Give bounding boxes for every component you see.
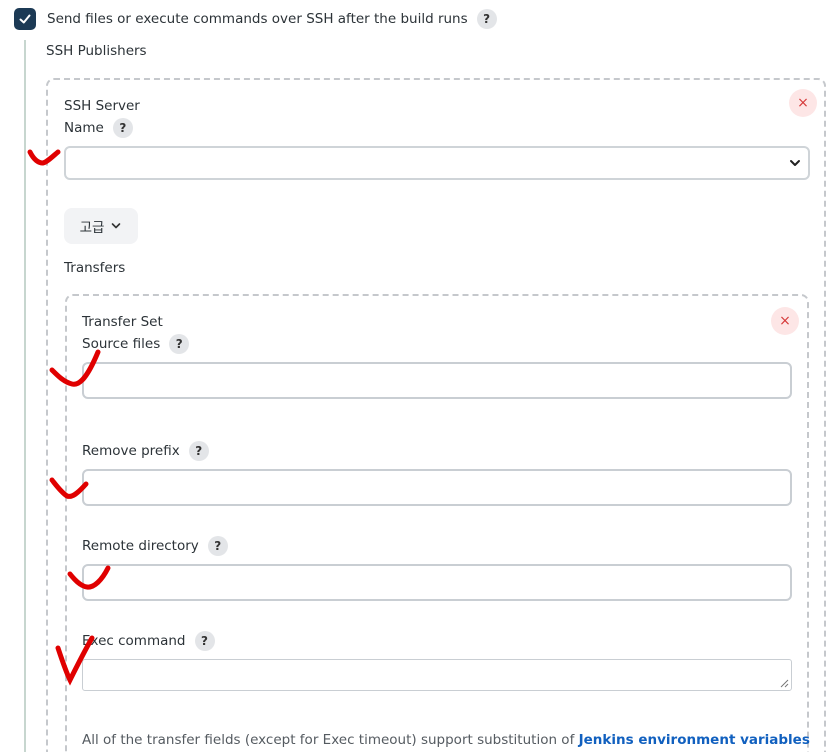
exec-command-label: Exec command	[82, 633, 186, 649]
ssh-publishers-title: SSH Publishers	[46, 43, 147, 59]
help-icon[interactable]: ?	[194, 631, 215, 651]
name-label-row: Name ?	[64, 118, 133, 138]
exec-command-label-row: Exec command ?	[82, 631, 215, 651]
source-files-label: Source files	[82, 336, 161, 352]
remove-prefix-label-row: Remove prefix ?	[82, 441, 209, 461]
remove-prefix-label: Remove prefix	[82, 443, 180, 459]
ssh-publish-checkbox-row: Send files or execute commands over SSH …	[14, 8, 497, 30]
ssh-server-heading: SSH Server	[64, 98, 140, 114]
remove-prefix-input[interactable]	[82, 469, 792, 506]
remove-ssh-server-button[interactable]: ×	[789, 89, 817, 117]
ssh-publish-checkbox[interactable]	[14, 8, 36, 30]
help-icon[interactable]: ?	[476, 9, 497, 29]
ssh-server-name-select[interactable]	[64, 146, 810, 180]
ssh-publish-checkbox-label: Send files or execute commands over SSH …	[47, 11, 468, 27]
advanced-label: 고급	[79, 220, 105, 236]
help-icon[interactable]: ?	[169, 334, 190, 354]
advanced-button[interactable]: 고급	[64, 208, 138, 244]
remote-directory-label-row: Remote directory ?	[82, 536, 228, 556]
jenkins-env-vars-link[interactable]: Jenkins environment variables	[579, 732, 810, 748]
close-icon: ×	[779, 313, 791, 329]
transfer-set-heading: Transfer Set	[82, 314, 163, 330]
remove-transfer-set-button[interactable]: ×	[771, 307, 799, 335]
help-icon[interactable]: ?	[112, 118, 133, 138]
section-indent-rule	[24, 40, 26, 752]
name-label: Name	[64, 120, 104, 136]
exec-command-textarea[interactable]	[82, 659, 792, 691]
transfers-label: Transfers	[64, 260, 126, 276]
chevron-down-icon	[112, 223, 121, 229]
close-icon: ×	[797, 95, 809, 111]
remote-directory-label: Remote directory	[82, 538, 199, 554]
help-icon[interactable]: ?	[188, 441, 209, 461]
resize-handle-icon[interactable]	[780, 679, 789, 688]
source-files-label-row: Source files ?	[82, 334, 190, 354]
ssh-publish-config: Send files or execute commands over SSH …	[0, 0, 828, 752]
help-icon[interactable]: ?	[207, 536, 228, 556]
checkmark-icon	[19, 14, 31, 24]
footer-note: All of the transfer fields (except for E…	[82, 732, 810, 748]
remote-directory-input[interactable]	[82, 564, 792, 601]
chevron-down-icon	[790, 160, 800, 166]
source-files-input[interactable]	[82, 362, 792, 399]
